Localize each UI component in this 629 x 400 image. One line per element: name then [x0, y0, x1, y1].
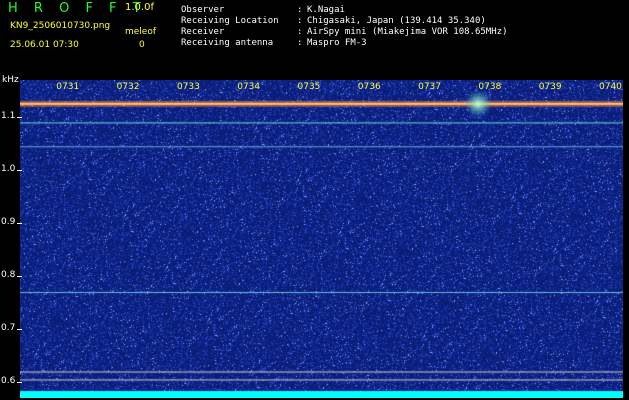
y-tick-mark	[17, 329, 22, 331]
y-tick-mark	[17, 170, 22, 172]
version-label: 1.0.0f	[125, 2, 154, 13]
x-tick-label: 0731	[56, 82, 80, 92]
info-colon: :	[297, 38, 303, 48]
info-colon: :	[297, 16, 303, 26]
info-key-location: Receiving Location	[181, 16, 279, 26]
info-value-location: Chigasaki, Japan (139.414 35.340)	[307, 16, 486, 26]
info-key-observer: Observer	[181, 5, 225, 15]
info-value-observer: K.Nagai	[307, 5, 345, 15]
x-tick-label: 0732	[116, 82, 140, 92]
x-tick-label: 0735	[297, 82, 321, 92]
x-tick-label: 0738	[478, 82, 502, 92]
y-tick-label: 0.7	[1, 323, 16, 334]
header-panel: H R O F F T 1.0.0f KN9_2506010730.png me…	[0, 0, 629, 80]
y-tick-label: 0.9	[1, 217, 16, 228]
y-tick-label: 0.6	[1, 376, 16, 387]
y-tick-label: 1.1	[1, 111, 16, 122]
info-value-antenna: Maspro FM-3	[307, 38, 367, 48]
x-tick-label: 0736	[357, 82, 381, 92]
y-tick-label: 0.8	[1, 270, 16, 281]
info-key-antenna: Receiving antenna	[181, 38, 274, 48]
y-axis-unit: kHz	[2, 75, 19, 85]
meteor-label: meleof	[125, 27, 157, 37]
spectrogram-plot	[20, 80, 623, 398]
x-tick-label: 0740	[599, 82, 622, 92]
x-tick-label: 0734	[237, 82, 261, 92]
x-tick-label: 0733	[176, 82, 200, 92]
meteor-count: 0	[139, 40, 145, 50]
y-tick-mark	[17, 117, 22, 119]
info-key-receiver: Receiver	[181, 27, 225, 37]
y-tick-mark	[17, 276, 22, 278]
info-value-receiver: AirSpy mini (Miakejima VOR 108.65MHz)	[307, 27, 508, 37]
x-tick-label: 0739	[538, 82, 562, 92]
filename-label: KN9_2506010730.png	[10, 21, 111, 31]
info-colon: :	[297, 27, 303, 37]
y-tick-mark	[17, 223, 22, 225]
info-colon: :	[297, 5, 303, 15]
y-tick-mark	[17, 382, 22, 384]
y-tick-label: 1.0	[1, 164, 16, 175]
x-tick-label: 0737	[418, 82, 441, 92]
datetime-label: 25.06.01 07:30	[10, 40, 79, 50]
